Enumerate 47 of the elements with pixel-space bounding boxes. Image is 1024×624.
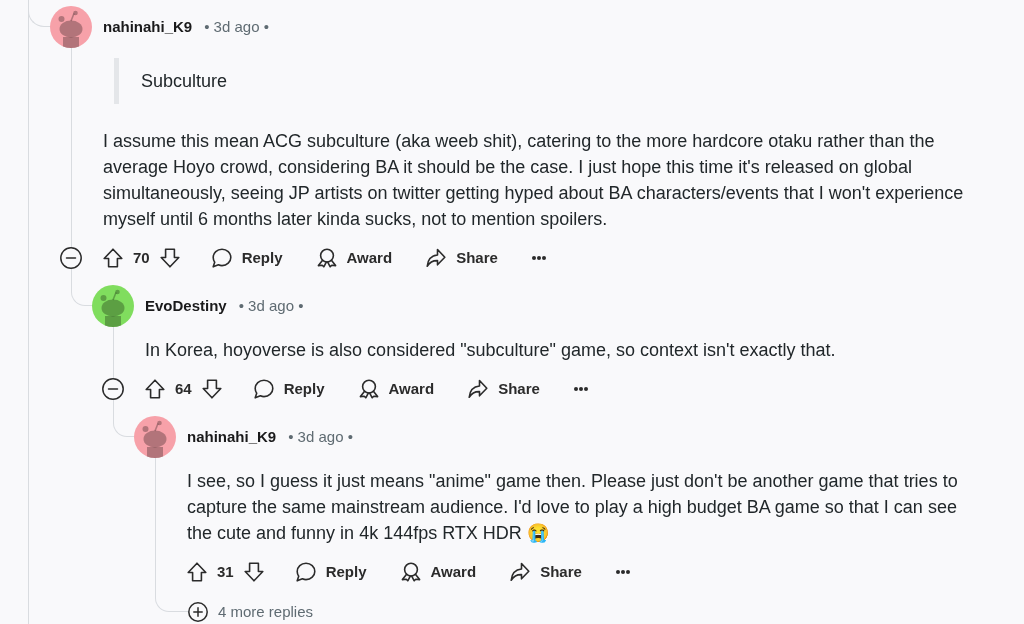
ribbon-medal-icon[interactable] xyxy=(316,248,337,268)
more-replies-button[interactable]: 4 more replies xyxy=(188,601,314,623)
user-avatar[interactable] xyxy=(50,6,92,48)
downvote-button[interactable] xyxy=(243,562,264,582)
share-arrow-icon[interactable] xyxy=(510,562,531,582)
share-button[interactable]: Share xyxy=(498,556,594,588)
share-button[interactable]: Share xyxy=(456,373,552,405)
award-button[interactable]: Award xyxy=(304,242,405,274)
share-button[interactable]: Share xyxy=(414,242,510,274)
upvote-button[interactable] xyxy=(145,379,165,399)
user-avatar[interactable] xyxy=(92,285,134,327)
reply-button[interactable]: Reply xyxy=(241,373,337,405)
speech-bubble-icon[interactable] xyxy=(253,379,274,399)
reply-button[interactable]: Reply xyxy=(199,242,295,274)
comment-meta: • 3d ago • xyxy=(288,426,353,447)
downvote-button[interactable] xyxy=(159,248,180,268)
ellipsis-icon[interactable] xyxy=(615,570,630,574)
comment-text: I see, so I guess it just means "anime" game then. Please just don't be another game that tries to capture the same mainstream audience. I'd love to play a high budget BA game so that I can see the cute and funny in 4k 144fps RTX HDR 😭 xyxy=(187,470,959,545)
award-button[interactable]: Award xyxy=(346,373,447,405)
share-arrow-icon[interactable] xyxy=(468,379,489,399)
plus-circle-icon[interactable] xyxy=(188,602,208,622)
ribbon-medal-icon[interactable] xyxy=(358,379,379,399)
upvote-button[interactable] xyxy=(187,562,207,582)
comment-text: I assume this mean ACG subculture (aka weeb shit), catering to the more hardcore otaku rather than the average Hoyo crowd, considering BA it should be the case. I just hope this time it's released on global simultaneously, seeing JP artists on twitter getting hyped about BA characters/events that I won't experience myself until 6 months later kinda sucks, not to mention spoilers. xyxy=(103,130,965,231)
user-avatar[interactable] xyxy=(134,416,176,458)
quoted-text: Subculture xyxy=(114,58,978,104)
vote-count: 31 xyxy=(217,561,234,582)
award-button[interactable]: Award xyxy=(388,556,489,588)
speech-bubble-icon[interactable] xyxy=(295,562,316,582)
comment-meta: • 3d ago • xyxy=(238,295,304,316)
vote-count: 64 xyxy=(175,378,192,399)
speech-bubble-icon[interactable] xyxy=(211,248,232,268)
comment-meta: • 3d ago • xyxy=(204,16,269,37)
ellipsis-icon[interactable] xyxy=(573,387,588,391)
vote-count: 70 xyxy=(133,247,150,268)
username-link[interactable]: nahinahi_K9 xyxy=(103,15,193,39)
downvote-button[interactable] xyxy=(201,379,222,399)
share-arrow-icon[interactable] xyxy=(426,248,447,268)
ribbon-medal-icon[interactable] xyxy=(400,562,421,582)
username-link[interactable]: nahinahi_K9 xyxy=(187,425,277,449)
collapse-button[interactable] xyxy=(102,378,124,400)
upvote-button[interactable] xyxy=(103,248,123,268)
ellipsis-icon[interactable] xyxy=(531,256,546,260)
username-link[interactable]: EvoDestiny xyxy=(145,294,227,318)
reply-button[interactable]: Reply xyxy=(283,556,379,588)
comment-text: In Korea, hoyoverse is also considered "subculture" game, so context isn't exactly that. xyxy=(145,339,837,362)
collapse-button[interactable] xyxy=(60,247,82,269)
